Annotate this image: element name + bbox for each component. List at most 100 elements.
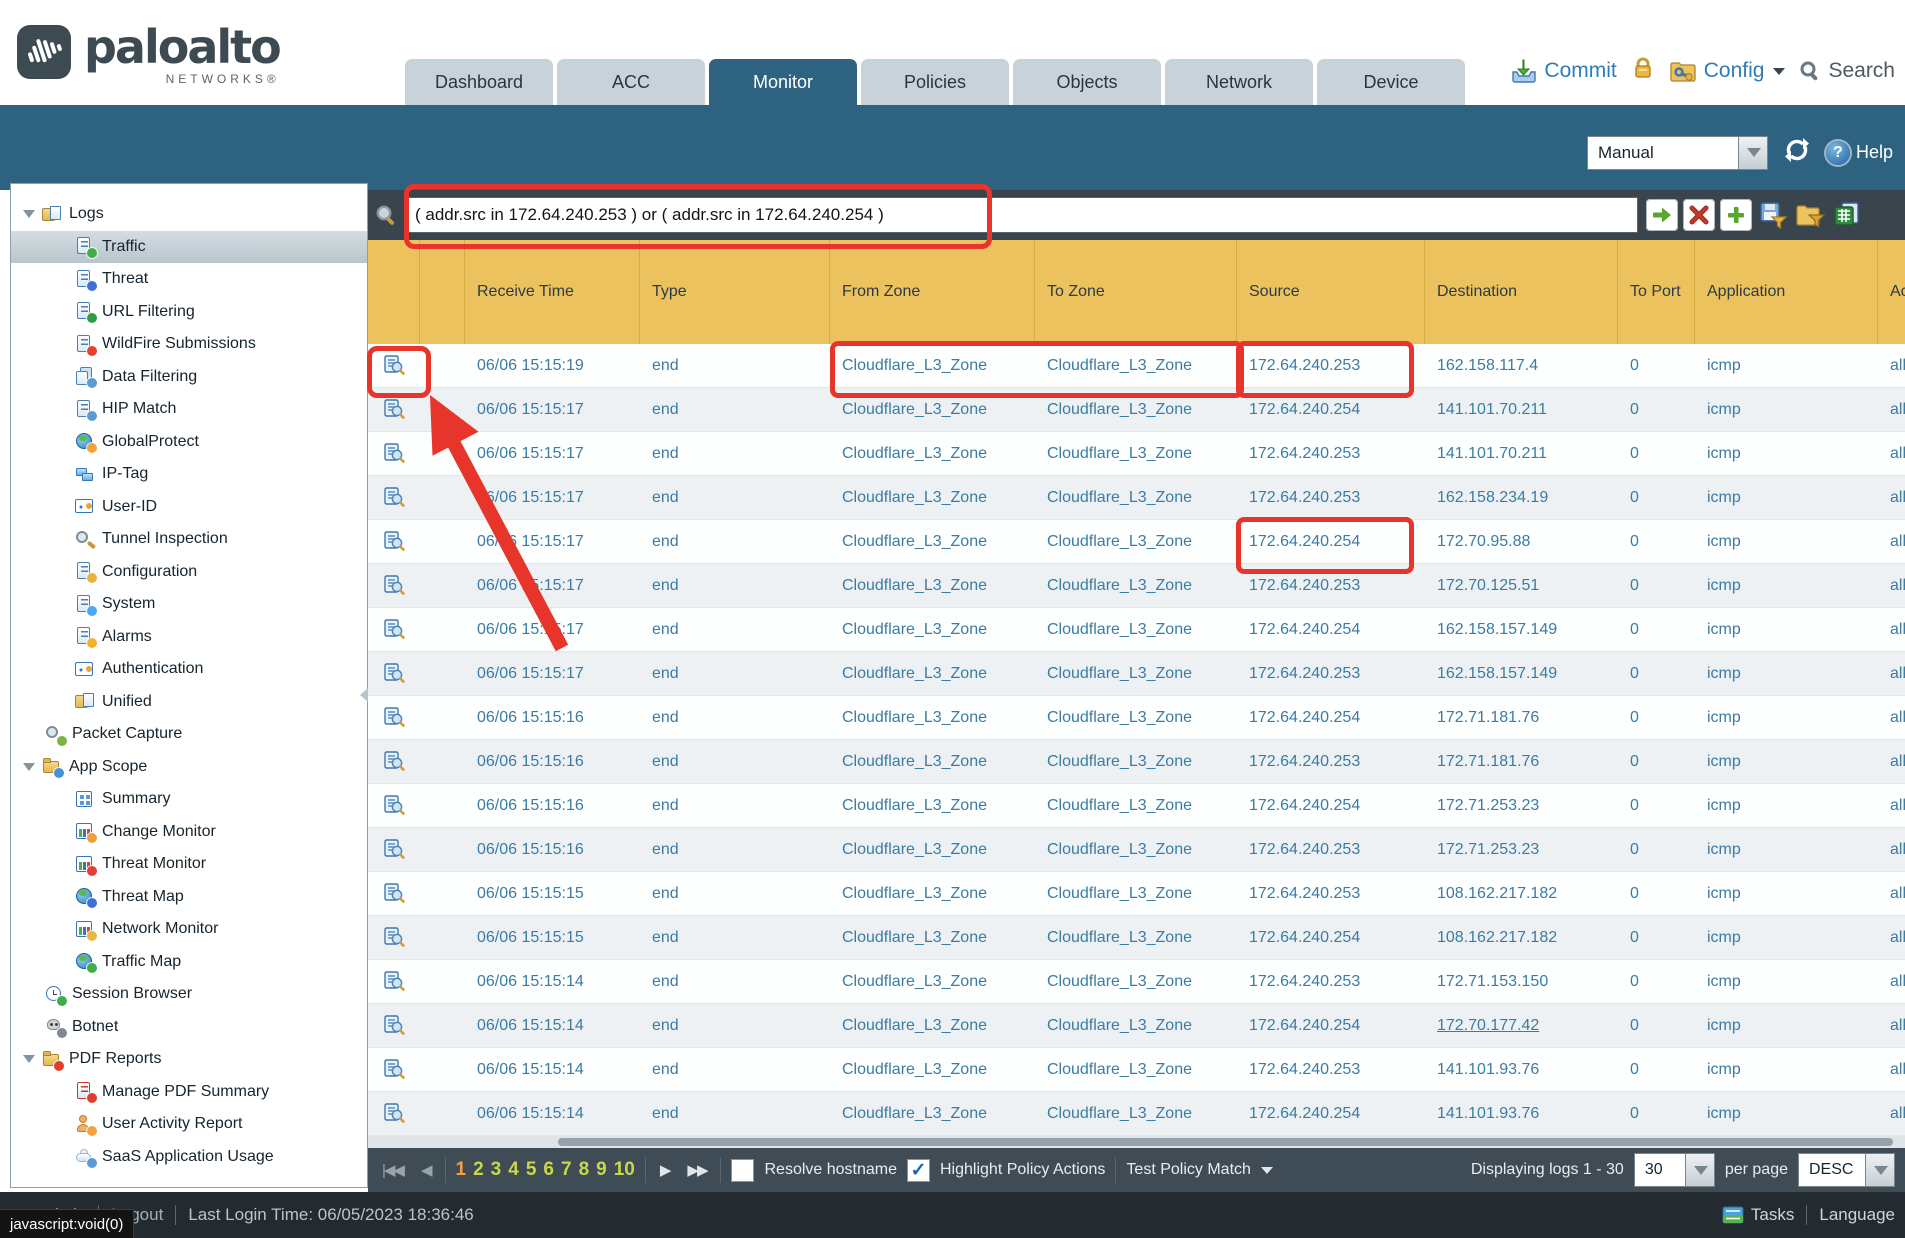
application-link[interactable]: icmp [1707,1061,1741,1079]
tab-device[interactable]: Device [1317,59,1465,105]
log-detail-button[interactable] [384,399,405,420]
apply-filter-button[interactable] [1646,199,1678,231]
source-link[interactable]: 172.64.240.254 [1249,621,1360,639]
to-port-link[interactable]: 0 [1630,357,1639,375]
source-link[interactable]: 172.64.240.253 [1249,841,1360,859]
to-port-link[interactable]: 0 [1630,445,1639,463]
destination-link[interactable]: 141.101.70.211 [1437,445,1547,463]
from-zone-link[interactable]: Cloudflare_L3_Zone [842,753,987,771]
sidebar-item-authentication[interactable]: Authentication [11,653,367,686]
to-port-link[interactable]: 0 [1630,841,1639,859]
to-zone-link[interactable]: Cloudflare_L3_Zone [1047,709,1192,727]
log-detail-button[interactable] [384,883,405,904]
refresh-mode-caret[interactable] [1738,136,1768,170]
sidebar-item-unified[interactable]: Unified [11,686,367,719]
application-link[interactable]: icmp [1707,577,1741,595]
horizontal-scrollbar-thumb[interactable] [558,1138,1893,1146]
from-zone-link[interactable]: Cloudflare_L3_Zone [842,1061,987,1079]
destination-link[interactable]: 108.162.217.182 [1437,885,1557,903]
sidebar-collapse-handle[interactable] [360,688,368,702]
column-header-from-zone[interactable]: From Zone [830,240,1035,344]
to-zone-link[interactable]: Cloudflare_L3_Zone [1047,1105,1192,1123]
refresh-button[interactable] [1782,135,1812,170]
to-port-link[interactable]: 0 [1630,973,1639,991]
sidebar-item-packet-capture[interactable]: Packet Capture [11,718,367,751]
log-detail-button[interactable] [384,443,405,464]
to-port-link[interactable]: 0 [1630,401,1639,419]
refresh-mode-select[interactable]: Manual [1587,136,1768,170]
page-number-10[interactable]: 10 [614,1159,635,1181]
page-number-5[interactable]: 5 [526,1159,537,1181]
application-link[interactable]: icmp [1707,797,1741,815]
from-zone-link[interactable]: Cloudflare_L3_Zone [842,401,987,419]
action-link[interactable]: allow [1890,841,1905,859]
column-header-application[interactable]: Application [1695,240,1878,344]
to-zone-link[interactable]: Cloudflare_L3_Zone [1047,621,1192,639]
per-page-select[interactable]: 30 [1634,1153,1715,1187]
page-number-7[interactable]: 7 [561,1159,572,1181]
sidebar-item-threat-map[interactable]: Threat Map [11,881,367,914]
source-link[interactable]: 172.64.240.254 [1249,1105,1360,1123]
log-detail-button[interactable] [384,707,405,728]
sidebar-item-traffic[interactable]: Traffic [11,231,367,264]
to-zone-link[interactable]: Cloudflare_L3_Zone [1047,885,1192,903]
destination-link[interactable]: 162.158.157.149 [1437,621,1557,639]
sidebar-item-globalprotect[interactable]: GlobalProtect [11,426,367,459]
action-link[interactable]: allow [1890,1061,1905,1079]
page-number-1[interactable]: 1 [456,1159,467,1181]
application-link[interactable]: icmp [1707,1017,1741,1035]
action-link[interactable]: allow [1890,357,1905,375]
destination-link[interactable]: 141.101.93.76 [1437,1105,1539,1123]
application-link[interactable]: icmp [1707,841,1741,859]
column-header-destination[interactable]: Destination [1425,240,1618,344]
from-zone-link[interactable]: Cloudflare_L3_Zone [842,577,987,595]
sidebar-item-wildfire-submissions[interactable]: WildFire Submissions [11,328,367,361]
log-filter-input[interactable] [404,197,1638,233]
to-zone-link[interactable]: Cloudflare_L3_Zone [1047,841,1192,859]
to-port-link[interactable]: 0 [1630,621,1639,639]
destination-link[interactable]: 172.70.95.88 [1437,533,1530,551]
source-link[interactable]: 172.64.240.253 [1249,1061,1360,1079]
to-port-link[interactable]: 0 [1630,665,1639,683]
tab-objects[interactable]: Objects [1013,59,1161,105]
action-link[interactable]: allow [1890,577,1905,595]
sidebar-item-change-monitor[interactable]: Change Monitor [11,816,367,849]
log-detail-button[interactable] [384,1103,405,1124]
config-menu-button[interactable]: Config [1669,59,1786,83]
sidebar-item-alarms[interactable]: Alarms [11,621,367,654]
from-zone-link[interactable]: Cloudflare_L3_Zone [842,709,987,727]
expander-icon[interactable] [23,210,35,218]
prev-page-button[interactable]: ◀ [417,1159,435,1181]
to-zone-link[interactable]: Cloudflare_L3_Zone [1047,533,1192,551]
from-zone-link[interactable]: Cloudflare_L3_Zone [842,445,987,463]
from-zone-link[interactable]: Cloudflare_L3_Zone [842,1017,987,1035]
tab-policies[interactable]: Policies [861,59,1009,105]
test-policy-match-button[interactable]: Test Policy Match [1126,1161,1272,1179]
action-link[interactable]: allow [1890,621,1905,639]
last-page-button[interactable]: ▶▶ [683,1159,710,1181]
tab-acc[interactable]: ACC [557,59,705,105]
column-header-type[interactable]: Type [640,240,830,344]
column-header-to-port[interactable]: To Port [1618,240,1695,344]
log-detail-button[interactable] [384,531,405,552]
lock-icon[interactable] [1631,56,1655,86]
from-zone-link[interactable]: Cloudflare_L3_Zone [842,489,987,507]
source-link[interactable]: 172.64.240.253 [1249,885,1360,903]
to-port-link[interactable]: 0 [1630,577,1639,595]
sidebar-item-session-browser[interactable]: Session Browser [11,978,367,1011]
sidebar-item-ip-tag[interactable]: IP-Tag [11,458,367,491]
sidebar-item-threat[interactable]: Threat [11,263,367,296]
action-link[interactable]: allow [1890,665,1905,683]
sidebar-item-configuration[interactable]: Configuration [11,556,367,589]
to-zone-link[interactable]: Cloudflare_L3_Zone [1047,665,1192,683]
destination-link[interactable]: 162.158.117.4 [1437,357,1538,375]
from-zone-link[interactable]: Cloudflare_L3_Zone [842,621,987,639]
log-detail-button[interactable] [384,663,405,684]
destination-link[interactable]: 172.71.181.76 [1437,709,1539,727]
from-zone-link[interactable]: Cloudflare_L3_Zone [842,665,987,683]
destination-link[interactable]: 172.70.125.51 [1437,577,1539,595]
commit-button[interactable]: Commit [1511,59,1616,83]
sidebar-item-pdf-reports[interactable]: PDF Reports [11,1043,367,1076]
action-link[interactable]: allow [1890,1017,1905,1035]
action-link[interactable]: allow [1890,1105,1905,1123]
